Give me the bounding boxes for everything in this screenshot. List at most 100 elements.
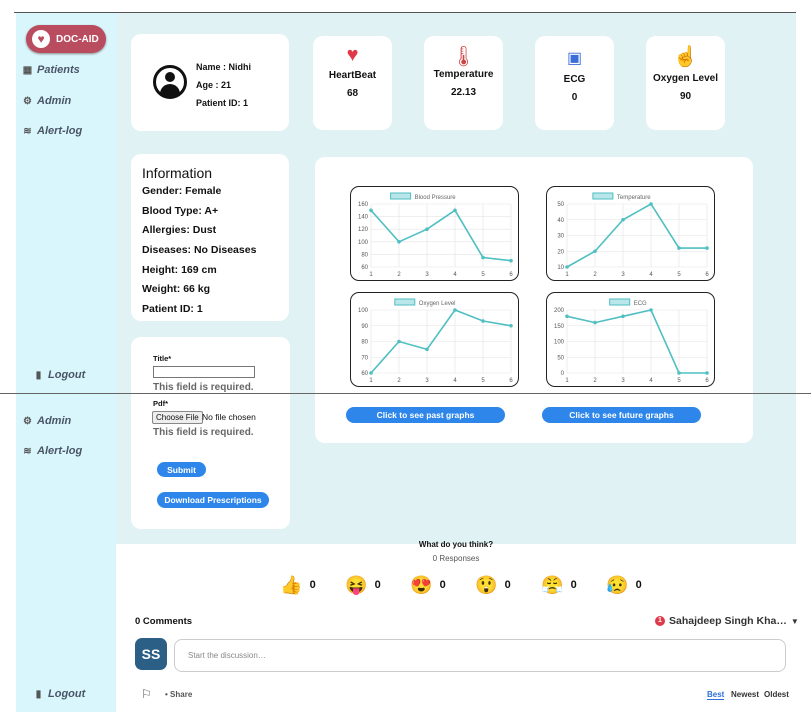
reaction-count: 0 bbox=[439, 579, 446, 591]
x-tick-label: 4 bbox=[453, 378, 457, 384]
y-tick-label: 70 bbox=[361, 355, 368, 361]
title-label: Title* bbox=[153, 354, 172, 363]
vital-value: 90 bbox=[679, 91, 692, 102]
sort-best[interactable]: Best bbox=[707, 690, 725, 700]
past-graphs-button[interactable]: Click to see past graphs bbox=[346, 407, 505, 423]
choose-file-button[interactable]: Choose File bbox=[152, 411, 203, 424]
sidebar-item-patients[interactable]: ▦ Patients bbox=[22, 64, 80, 76]
y-tick-label: 80 bbox=[361, 252, 368, 258]
x-tick-label: 1 bbox=[369, 378, 373, 384]
nav-label: Logout bbox=[48, 688, 86, 700]
sidebar-item-admin[interactable]: ⚙ Admin bbox=[22, 415, 71, 427]
future-graphs-button[interactable]: Click to see future graphs bbox=[542, 407, 701, 423]
data-point bbox=[509, 323, 513, 328]
nav-label: Admin bbox=[37, 415, 72, 427]
sidebar-item-alert-log[interactable]: ≋ Alert-log bbox=[22, 445, 82, 457]
info-gender: Gender: Female bbox=[142, 185, 222, 197]
y-tick-label: 50 bbox=[557, 355, 564, 361]
x-tick-label: 3 bbox=[425, 272, 429, 278]
thermometer-icon: 🌡 bbox=[450, 46, 477, 68]
reaction-sad[interactable]: 😥 0 bbox=[598, 571, 650, 599]
info-title: Information bbox=[142, 165, 213, 181]
user-menu[interactable]: 1 Sahajdeep Singh Kha… ▼ bbox=[655, 615, 799, 627]
logout-link[interactable]: ▮ Logout bbox=[33, 688, 86, 700]
chart-svg: Blood Pressure 60 80 100 120 140 160 1 2 3 4 5 6 bbox=[358, 192, 513, 278]
data-point bbox=[677, 371, 681, 375]
info-diseases: Diseases: No Diseases bbox=[142, 244, 257, 256]
y-tick-label: 100 bbox=[358, 308, 369, 314]
reaction-funny[interactable]: 😝 0 bbox=[337, 571, 389, 599]
info-weight: Weight: 66 kg bbox=[142, 283, 211, 295]
x-tick-label: 4 bbox=[453, 272, 457, 278]
legend-label: Oxygen Level bbox=[419, 301, 456, 307]
reaction-count: 0 bbox=[309, 579, 316, 591]
data-point bbox=[369, 208, 373, 213]
data-point bbox=[453, 308, 457, 312]
pdf-error: This field is required. bbox=[153, 427, 254, 438]
reaction-angry[interactable]: 😤 0 bbox=[533, 571, 585, 599]
logout-link[interactable]: ▮ Logout bbox=[33, 369, 86, 381]
y-tick-label: 10 bbox=[557, 265, 564, 271]
y-tick-label: 120 bbox=[358, 227, 369, 233]
reaction-love[interactable]: 😍 0 bbox=[402, 571, 454, 599]
y-tick-label: 30 bbox=[557, 234, 564, 240]
app-logo[interactable]: ♥ DOC-AID bbox=[26, 25, 106, 53]
sidebar-item-alert-log[interactable]: ≋ Alert-log bbox=[22, 125, 82, 137]
sort-oldest[interactable]: Oldest bbox=[764, 690, 789, 699]
x-tick-label: 1 bbox=[369, 272, 373, 278]
y-tick-label: 150 bbox=[554, 324, 565, 330]
data-point bbox=[397, 240, 401, 244]
data-point bbox=[565, 265, 569, 269]
submit-button[interactable]: Submit bbox=[157, 462, 206, 477]
vital-value: 0 bbox=[571, 92, 578, 103]
legend-label: Temperature bbox=[617, 195, 651, 201]
notification-badge: 1 bbox=[655, 616, 665, 626]
data-point bbox=[593, 249, 597, 254]
share-link[interactable]: • Share bbox=[165, 690, 192, 699]
data-point bbox=[621, 217, 625, 222]
layers-icon: ≋ bbox=[23, 445, 32, 457]
reaction-thumbs-up[interactable]: 👍 0 bbox=[272, 571, 324, 599]
comment-input[interactable]: Start the discussion… bbox=[174, 639, 786, 672]
feedback-question: What do you think? bbox=[418, 540, 494, 549]
title-error: This field is required. bbox=[153, 382, 254, 393]
legend-swatch bbox=[394, 298, 416, 306]
vital-value: 68 bbox=[346, 88, 359, 99]
patient-card: Name : Nidhi Age : 21 Patient ID: 1 bbox=[131, 34, 289, 131]
data-point bbox=[677, 246, 681, 250]
patient-id: Patient ID: 1 bbox=[196, 98, 249, 108]
bookmark-icon[interactable]: ⚐ bbox=[141, 687, 152, 701]
heart-logo-icon: ♥ bbox=[32, 30, 50, 48]
data-point bbox=[509, 258, 513, 263]
y-tick-label: 50 bbox=[557, 202, 564, 208]
gear-icon: ⚙ bbox=[23, 95, 32, 107]
door-icon: ▮ bbox=[35, 369, 42, 381]
nav-label: Patients bbox=[37, 64, 80, 76]
legend-swatch bbox=[390, 192, 412, 200]
vital-oxygen: ☝ Oxygen Level 90 bbox=[646, 36, 725, 130]
info-patient-id: Patient ID: 1 bbox=[142, 303, 203, 315]
heart-eyes-icon: 😍 bbox=[410, 574, 433, 595]
x-tick-label: 6 bbox=[509, 378, 513, 384]
vital-temperature: 🌡 Temperature 22.13 bbox=[424, 36, 503, 130]
sidebar-item-admin[interactable]: ⚙ Admin bbox=[22, 95, 71, 107]
chart-svg: ECG 0 50 100 150 200 1 2 3 4 5 6 bbox=[554, 298, 709, 384]
x-tick-label: 6 bbox=[705, 272, 709, 278]
nav-label: Admin bbox=[37, 95, 72, 107]
title-input[interactable] bbox=[153, 366, 255, 378]
legend-swatch bbox=[592, 192, 614, 200]
chart-oxygen-level: Oxygen Level 60 70 80 90 100 1 2 3 4 5 6 bbox=[350, 292, 519, 387]
data-point bbox=[649, 308, 653, 312]
x-tick-label: 5 bbox=[677, 378, 681, 384]
y-tick-label: 200 bbox=[554, 308, 565, 314]
data-point bbox=[425, 227, 429, 231]
no-file-text: No file chosen bbox=[202, 412, 256, 422]
series-line bbox=[370, 209, 512, 262]
legend-label: Blood Pressure bbox=[415, 195, 457, 201]
x-tick-label: 5 bbox=[481, 378, 485, 384]
sort-newest[interactable]: Newest bbox=[731, 690, 759, 699]
download-prescriptions-button[interactable]: Download Prescriptions bbox=[157, 492, 269, 508]
x-tick-label: 2 bbox=[593, 272, 597, 278]
grid-icon: ▦ bbox=[22, 64, 33, 76]
reaction-surprised[interactable]: 😲 0 bbox=[467, 571, 519, 599]
